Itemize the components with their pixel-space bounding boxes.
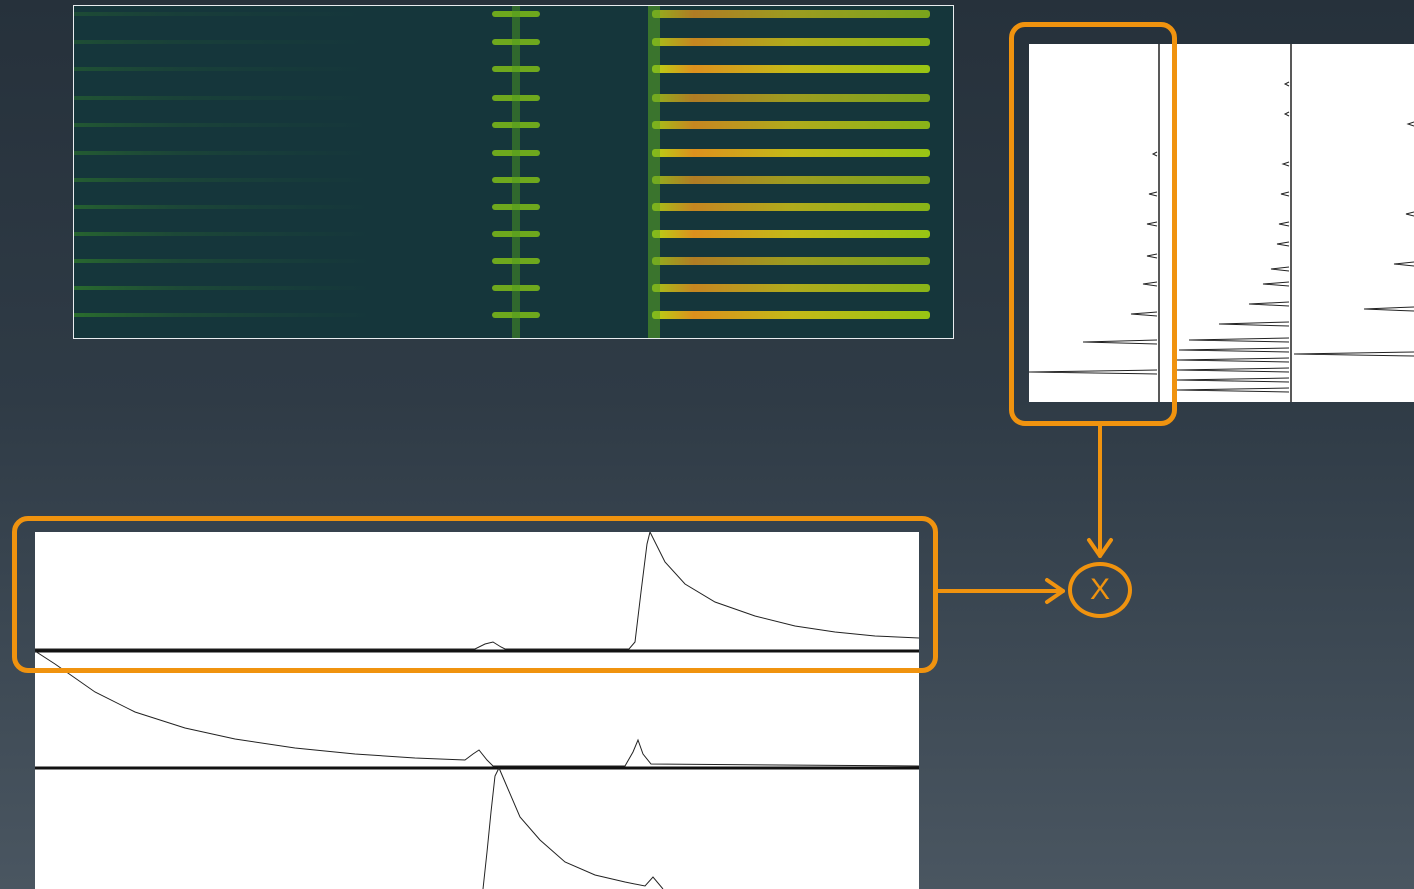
spectrum-peak bbox=[1176, 387, 1290, 393]
spectrogram-faint-band bbox=[74, 12, 374, 16]
multiply-node: X bbox=[1068, 562, 1132, 618]
spectrum-peak bbox=[1278, 221, 1290, 227]
spectrogram-faint-band bbox=[74, 313, 374, 317]
spectrogram-burst-column bbox=[512, 6, 520, 338]
spectrogram-sustained-band bbox=[652, 311, 930, 319]
spectrum-peak bbox=[1283, 111, 1290, 117]
spectrogram-image bbox=[73, 5, 954, 339]
spectrum-peak bbox=[1178, 347, 1290, 353]
spectrogram-short-burst bbox=[492, 6, 540, 338]
spectrogram-faint-bands bbox=[74, 12, 374, 317]
spectrogram-faint-band bbox=[74, 96, 374, 100]
multiply-symbol: X bbox=[1089, 573, 1110, 606]
spectrogram-sustained-band bbox=[652, 10, 930, 18]
spectrogram-sustained-bands bbox=[648, 6, 930, 338]
envelope-trace-3 bbox=[482, 766, 664, 889]
spectrum-peak bbox=[1393, 261, 1414, 267]
spectrogram-sustained-band bbox=[652, 65, 930, 73]
spectrogram-faint-band bbox=[74, 40, 374, 44]
spectrogram-sustained-band bbox=[652, 94, 930, 102]
spectrogram-faint-band bbox=[74, 232, 374, 236]
spectrogram-sustained-band bbox=[652, 176, 930, 184]
spectrogram-onset-column bbox=[648, 6, 660, 338]
spectrum-peak bbox=[1176, 367, 1290, 373]
spectrogram-faint-band bbox=[74, 205, 374, 209]
spectrum-peak bbox=[1276, 241, 1290, 247]
spectrogram-faint-band bbox=[74, 286, 374, 290]
arrow-down bbox=[1087, 424, 1113, 558]
spectrogram-faint-band bbox=[74, 259, 374, 263]
spectrum-panel-2 bbox=[1176, 81, 1290, 393]
arrow-right bbox=[936, 578, 1065, 604]
spectrum-peak bbox=[1262, 281, 1290, 287]
spectrogram-sustained-band bbox=[652, 149, 930, 157]
spectrum-peak bbox=[1283, 81, 1290, 87]
spectrum-peak bbox=[1270, 266, 1290, 272]
spectrum-peak bbox=[1280, 191, 1290, 197]
spectrum-peak bbox=[1281, 161, 1290, 167]
spectrogram-sustained-band bbox=[652, 121, 930, 129]
spectrum-peak bbox=[1405, 211, 1414, 217]
spectrum-peak bbox=[1293, 351, 1414, 357]
spectrogram-sustained-band bbox=[652, 230, 930, 238]
spectrogram-faint-band bbox=[74, 123, 374, 127]
spectrum-peak bbox=[1176, 357, 1290, 363]
spectrum-highlight-box bbox=[1009, 22, 1177, 426]
spectrogram-faint-band bbox=[74, 151, 374, 155]
spectrum-peak bbox=[1188, 337, 1290, 343]
spectrum-peak bbox=[1218, 321, 1290, 327]
envelope-highlight-box bbox=[12, 516, 938, 673]
spectrogram-sustained-band bbox=[652, 38, 930, 46]
spectrum-panel-3 bbox=[1293, 121, 1414, 357]
spectrum-peak bbox=[1248, 301, 1290, 307]
spectrum-peak bbox=[1176, 377, 1290, 383]
spectrogram-faint-band bbox=[74, 178, 374, 182]
spectrum-peak bbox=[1363, 306, 1414, 312]
spectrogram-sustained-band bbox=[652, 203, 930, 211]
spectrogram-faint-band bbox=[74, 67, 374, 71]
spectrogram-sustained-band bbox=[652, 257, 930, 265]
spectrum-peak bbox=[1406, 121, 1414, 127]
spectrogram-sustained-band bbox=[652, 284, 930, 292]
